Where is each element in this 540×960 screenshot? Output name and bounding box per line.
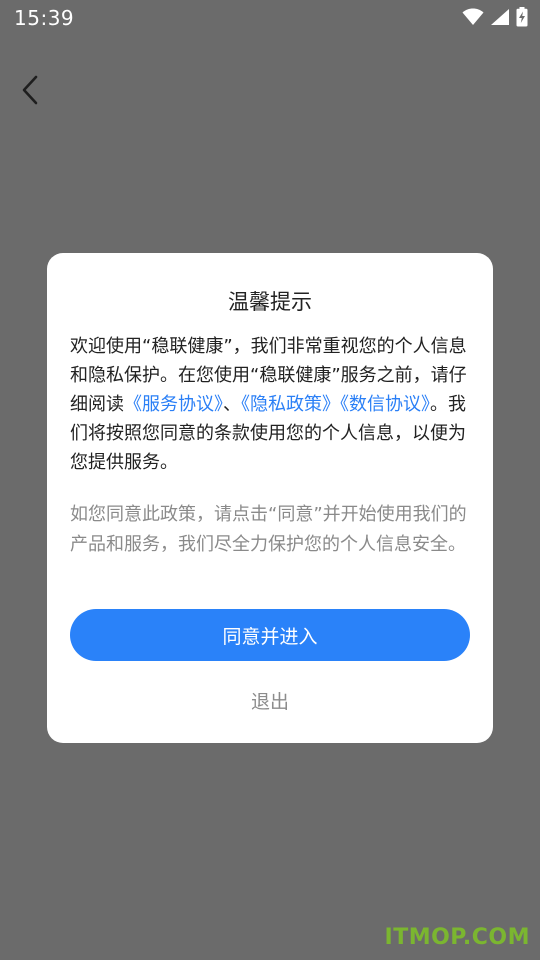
back-button[interactable] (10, 70, 50, 114)
dialog-body: 欢迎使用“稳联健康”，我们非常重视您的个人信息和隐私保护。在您使用“稳联健康”服… (70, 332, 472, 477)
status-bar: 15:39 (0, 0, 540, 36)
dialog-title: 温馨提示 (228, 290, 312, 314)
credit-agreement-link[interactable]: 《数信协议》 (340, 394, 430, 415)
status-icons (462, 6, 528, 28)
agree-and-enter-button[interactable]: 同意并进入 (70, 609, 470, 661)
signal-icon (490, 8, 510, 26)
privacy-dialog: 温馨提示 欢迎使用“稳联健康”，我们非常重视您的个人信息和隐私保护。在您使用“稳… (47, 253, 493, 743)
battery-charging-icon (516, 7, 528, 27)
service-agreement-link[interactable]: 《服务协议》 (124, 394, 223, 415)
exit-button[interactable]: 退出 (210, 681, 330, 719)
privacy-policy-link[interactable]: 《隐私政策》 (241, 394, 340, 415)
chevron-left-icon (20, 74, 40, 110)
site-watermark: ITMOP.COM (384, 925, 530, 950)
dialog-note: 如您同意此政策，请点击“同意”并开始使用我们的产品和服务，我们尽全力保护您的个人… (70, 504, 467, 555)
body-separator: 、 (223, 394, 241, 415)
status-time: 15:39 (14, 6, 75, 30)
wifi-icon (462, 8, 484, 26)
